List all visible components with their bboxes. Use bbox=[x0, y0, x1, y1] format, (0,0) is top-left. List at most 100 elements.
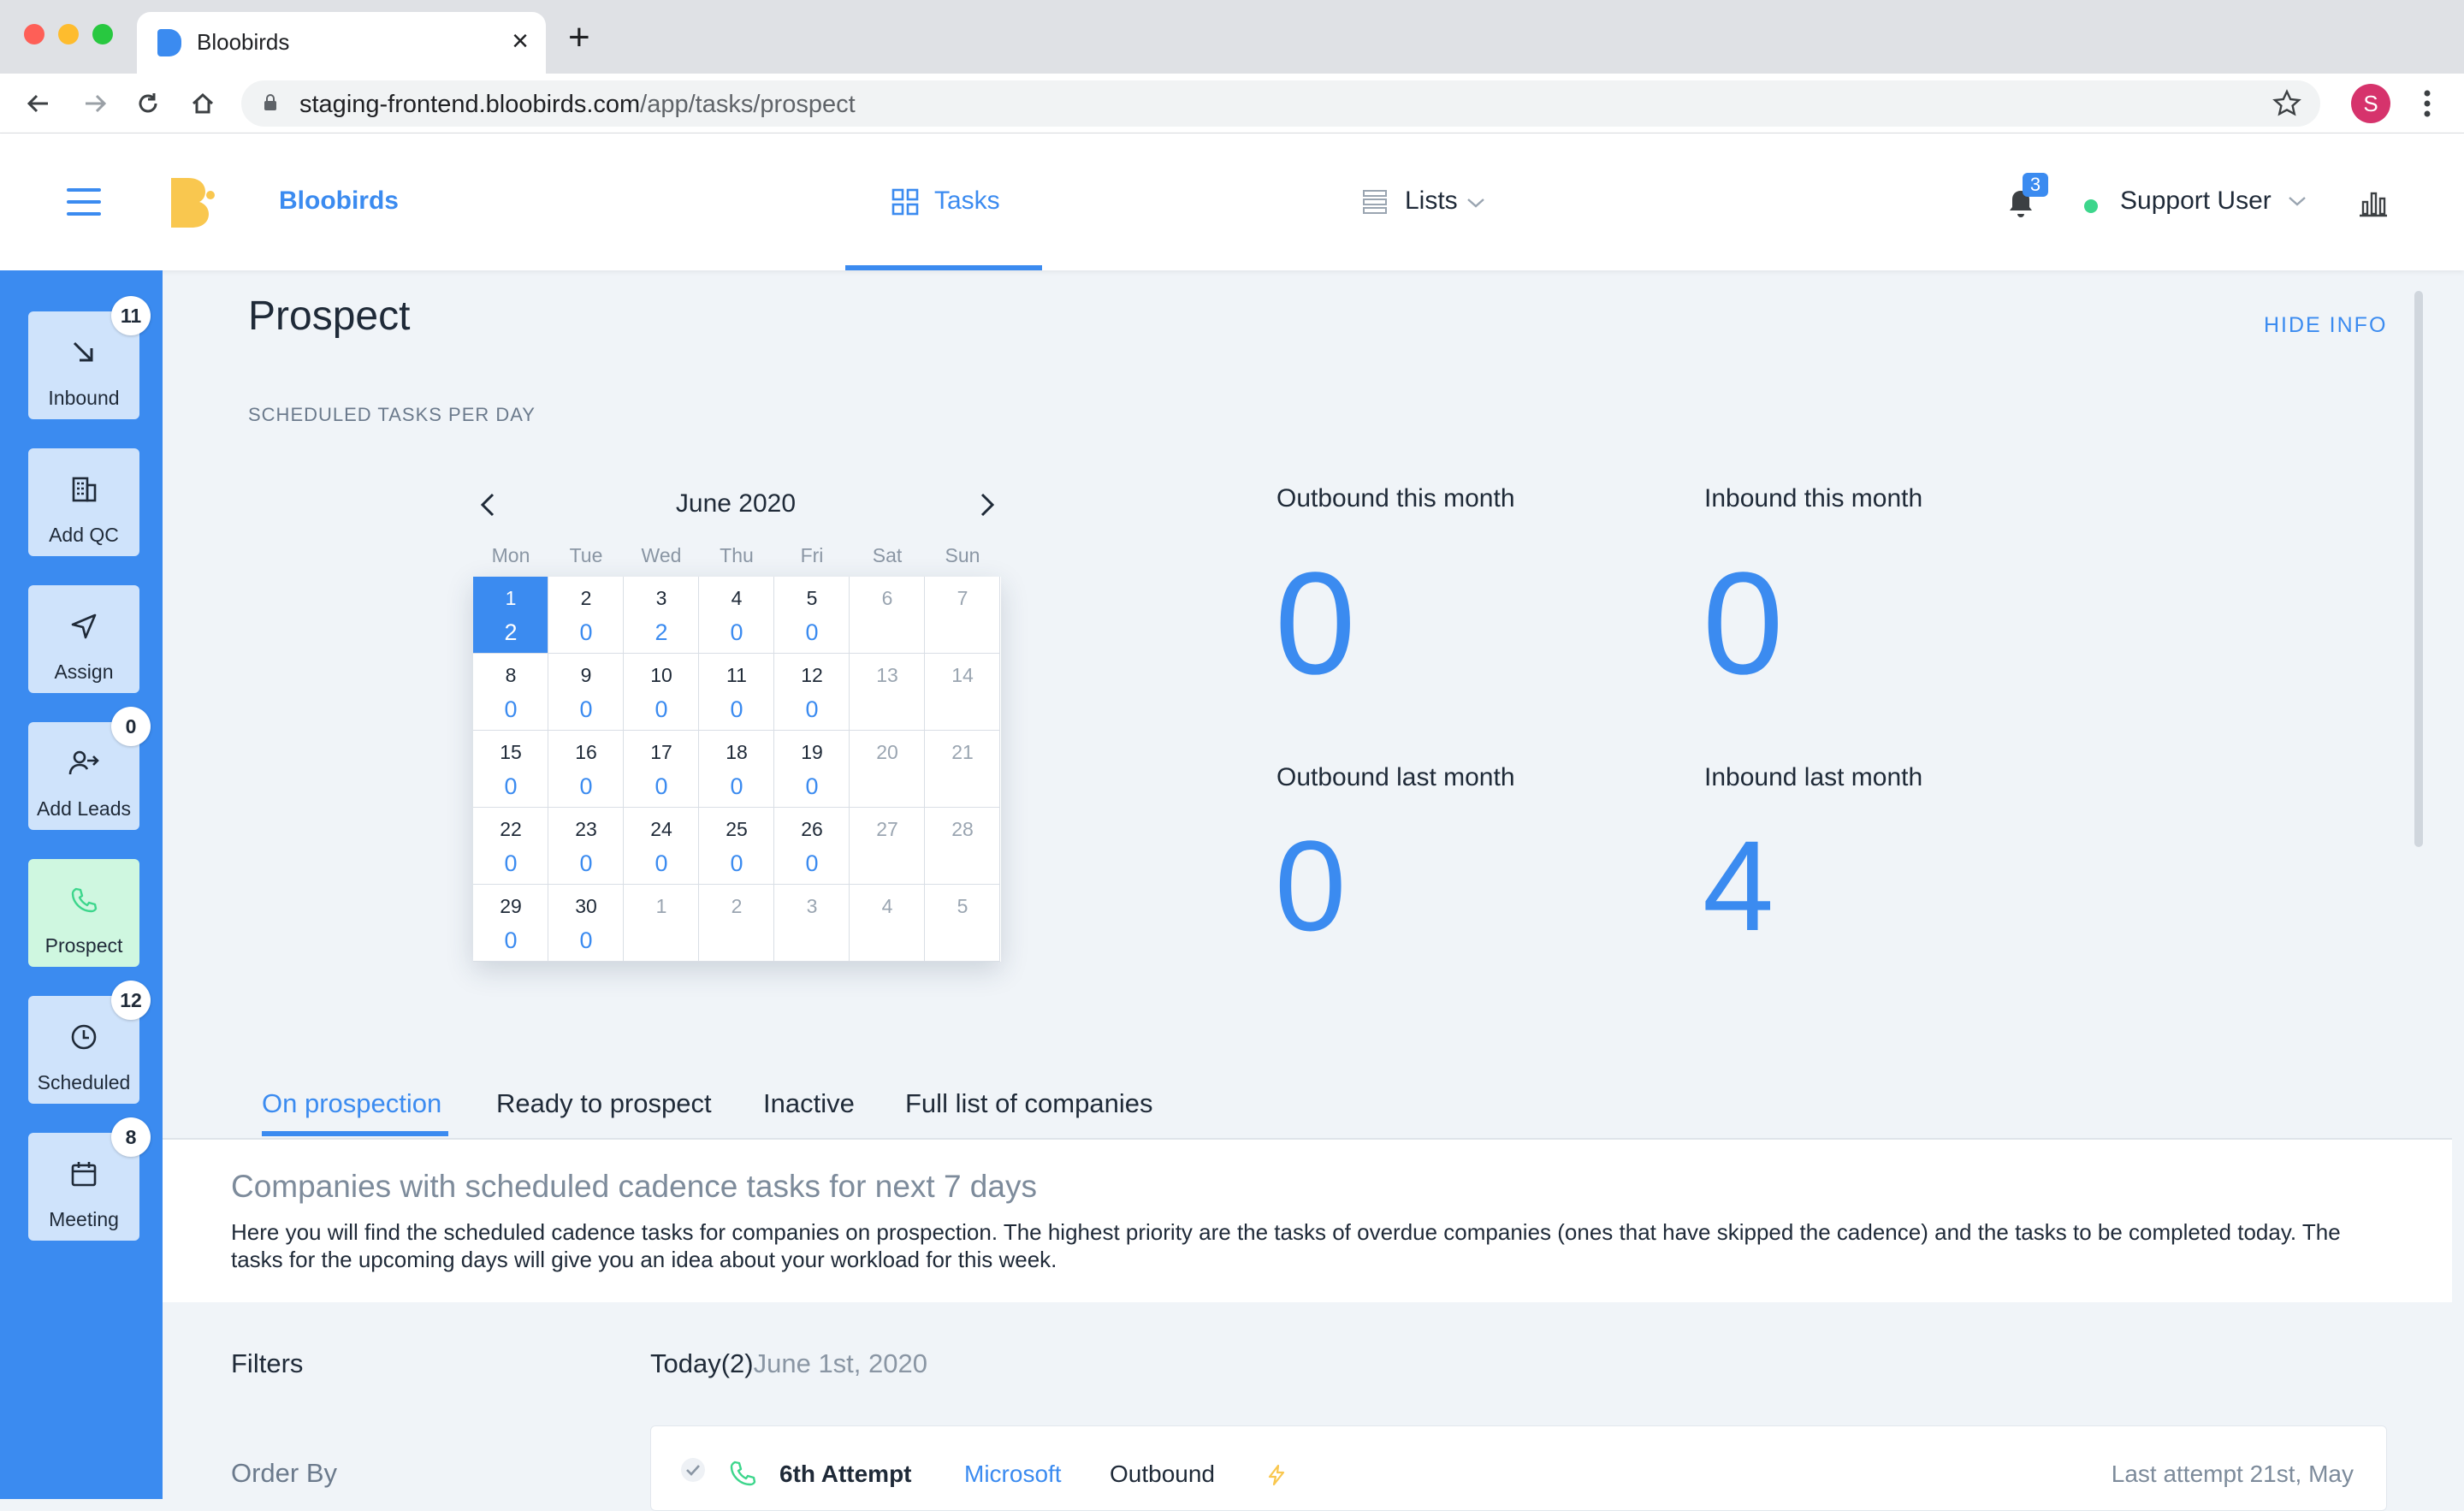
calendar-day-number: 12 bbox=[801, 664, 823, 686]
tab-full-list-of-companies[interactable]: Full list of companies bbox=[905, 1088, 1152, 1119]
calendar-day-task-count: 0 bbox=[654, 696, 668, 722]
section-label: SCHEDULED TASKS PER DAY bbox=[248, 404, 536, 425]
chevron-right-icon[interactable] bbox=[977, 491, 998, 518]
calendar-day[interactable]: 27 bbox=[850, 808, 925, 885]
calendar-day[interactable]: 2 bbox=[699, 885, 774, 962]
calendar-day[interactable]: 20 bbox=[850, 731, 925, 808]
reload-button[interactable] bbox=[128, 84, 168, 123]
forward-button[interactable] bbox=[75, 84, 115, 123]
calendar-day[interactable]: 26 0 bbox=[774, 808, 850, 885]
calendar-month: June 2020 bbox=[675, 489, 797, 518]
calendar-day[interactable]: 17 0 bbox=[624, 731, 699, 808]
calendar-day[interactable]: 6 bbox=[850, 577, 925, 654]
info-description: Here you will find the scheduled cadence… bbox=[231, 1219, 2341, 1272]
sidebar-item-label: Meeting bbox=[49, 1208, 119, 1230]
close-tab-icon[interactable]: × bbox=[512, 24, 529, 58]
sidebar-item-add-qc[interactable]: Add QC bbox=[28, 448, 139, 556]
address-bar[interactable]: staging-frontend.bloobirds.com/app/tasks… bbox=[241, 80, 2320, 127]
tab-ready-to-prospect[interactable]: Ready to prospect bbox=[496, 1088, 712, 1119]
calendar-day[interactable]: 21 bbox=[925, 731, 1000, 808]
page-title: Prospect bbox=[248, 293, 411, 339]
calendar-day[interactable]: 18 0 bbox=[699, 731, 774, 808]
new-tab-button[interactable]: + bbox=[568, 19, 590, 56]
task-attempt: 6th Attempt bbox=[779, 1461, 912, 1487]
active-tab-indicator bbox=[262, 1131, 448, 1136]
calendar-weekday: Tue bbox=[569, 544, 603, 566]
calendar-day[interactable]: 80 bbox=[473, 654, 548, 731]
browser-tab[interactable]: Bloobirds × bbox=[137, 12, 546, 74]
calendar-day[interactable]: 25 0 bbox=[699, 808, 774, 885]
sidebar-item-prospect[interactable]: Prospect bbox=[28, 859, 139, 967]
profile-avatar[interactable]: S bbox=[2351, 84, 2390, 123]
calendar-day[interactable]: 1 bbox=[624, 885, 699, 962]
left-sidebar: Inbound 11 Add QC Assign Add Leads 0 Pro… bbox=[0, 270, 163, 1499]
calendar-day[interactable]: 24 0 bbox=[624, 808, 699, 885]
calendar-day[interactable]: 29 0 bbox=[473, 885, 548, 962]
menu-icon[interactable] bbox=[67, 188, 101, 217]
back-button[interactable] bbox=[19, 84, 58, 123]
chevron-left-icon[interactable] bbox=[477, 491, 498, 518]
calendar-day[interactable]: 90 bbox=[548, 654, 624, 731]
calendar-day-task-count: 0 bbox=[654, 850, 668, 876]
task-company-link[interactable]: Microsoft bbox=[964, 1461, 1062, 1488]
calendar-day[interactable]: 12 bbox=[473, 577, 548, 654]
check-icon[interactable] bbox=[680, 1457, 706, 1483]
calendar-day[interactable]: 23 0 bbox=[548, 808, 624, 885]
calendar-day[interactable]: 20 bbox=[548, 577, 624, 654]
nav-tasks[interactable]: Tasks bbox=[845, 133, 1042, 270]
calendar-day[interactable]: 19 0 bbox=[774, 731, 850, 808]
sidebar-item-assign[interactable]: Assign bbox=[28, 585, 139, 693]
tab-on-prospection[interactable]: On prospection bbox=[262, 1088, 441, 1119]
calendar-day[interactable]: 32 bbox=[624, 577, 699, 654]
lists-icon bbox=[1363, 190, 1387, 214]
calendar-day[interactable]: 22 0 bbox=[473, 808, 548, 885]
calendar-day[interactable]: 11 0 bbox=[699, 654, 774, 731]
calendar-day-number: 2 bbox=[580, 587, 592, 609]
clock-icon bbox=[71, 1024, 97, 1050]
calendar-day[interactable]: 15 0 bbox=[473, 731, 548, 808]
calendar-day[interactable]: 14 bbox=[925, 654, 1000, 731]
calendar-day-number: 18 bbox=[726, 741, 748, 763]
calendar-day-number: 6 bbox=[881, 587, 893, 609]
calendar-day-number: 1 bbox=[505, 587, 517, 609]
inbound-this-month-value: 0 bbox=[1703, 542, 1784, 705]
info-panel: Companies with scheduled cadence tasks f… bbox=[163, 1140, 2452, 1302]
bookmark-star-icon[interactable] bbox=[2272, 89, 2301, 118]
calendar-day[interactable]: 40 bbox=[699, 577, 774, 654]
home-button[interactable] bbox=[183, 84, 222, 123]
calendar-day-task-count: 0 bbox=[504, 773, 518, 799]
calendar-day[interactable]: 3 bbox=[774, 885, 850, 962]
sidebar-item-label: Inbound bbox=[48, 387, 120, 409]
calendar-day[interactable]: 28 bbox=[925, 808, 1000, 885]
user-arrow-icon bbox=[68, 750, 99, 775]
chevron-down-icon[interactable] bbox=[2288, 195, 2307, 207]
bar-chart-icon[interactable] bbox=[2358, 190, 2389, 217]
close-window-button[interactable] bbox=[24, 24, 44, 44]
inbound-last-month-value: 4 bbox=[1703, 814, 1774, 957]
task-row[interactable]: 6th Attempt Microsoft Outbound Last atte… bbox=[650, 1425, 2387, 1511]
arrow-down-right-icon bbox=[73, 341, 93, 362]
more-vert-icon[interactable] bbox=[2414, 84, 2440, 123]
calendar-day-number: 16 bbox=[575, 741, 597, 763]
calendar-day[interactable]: 5 bbox=[925, 885, 1000, 962]
scrollbar[interactable] bbox=[2414, 291, 2423, 847]
calendar-day-number: 17 bbox=[650, 741, 672, 763]
hide-info-button[interactable]: HIDE INFO bbox=[2264, 313, 2387, 338]
calendar-day-number: 21 bbox=[951, 741, 974, 763]
calendar-day[interactable]: 30 0 bbox=[548, 885, 624, 962]
calendar-day[interactable]: 10 0 bbox=[624, 654, 699, 731]
calendar-weekday: Sun bbox=[945, 544, 980, 566]
user-menu[interactable]: Support User bbox=[2120, 187, 2272, 216]
calendar-day[interactable]: 50 bbox=[774, 577, 850, 654]
inbound-last-month-label: Inbound last month bbox=[1704, 763, 1923, 791]
calendar-day[interactable]: 13 bbox=[850, 654, 925, 731]
calendar-day[interactable]: 16 0 bbox=[548, 731, 624, 808]
calendar-day[interactable]: 12 0 bbox=[774, 654, 850, 731]
brand-name[interactable]: Bloobirds bbox=[279, 187, 399, 216]
home-icon bbox=[192, 92, 214, 114]
minimize-window-button[interactable] bbox=[58, 24, 79, 44]
maximize-window-button[interactable] bbox=[92, 24, 113, 44]
calendar-day[interactable]: 7 bbox=[925, 577, 1000, 654]
calendar-day[interactable]: 4 bbox=[850, 885, 925, 962]
tab-inactive[interactable]: Inactive bbox=[763, 1088, 855, 1119]
